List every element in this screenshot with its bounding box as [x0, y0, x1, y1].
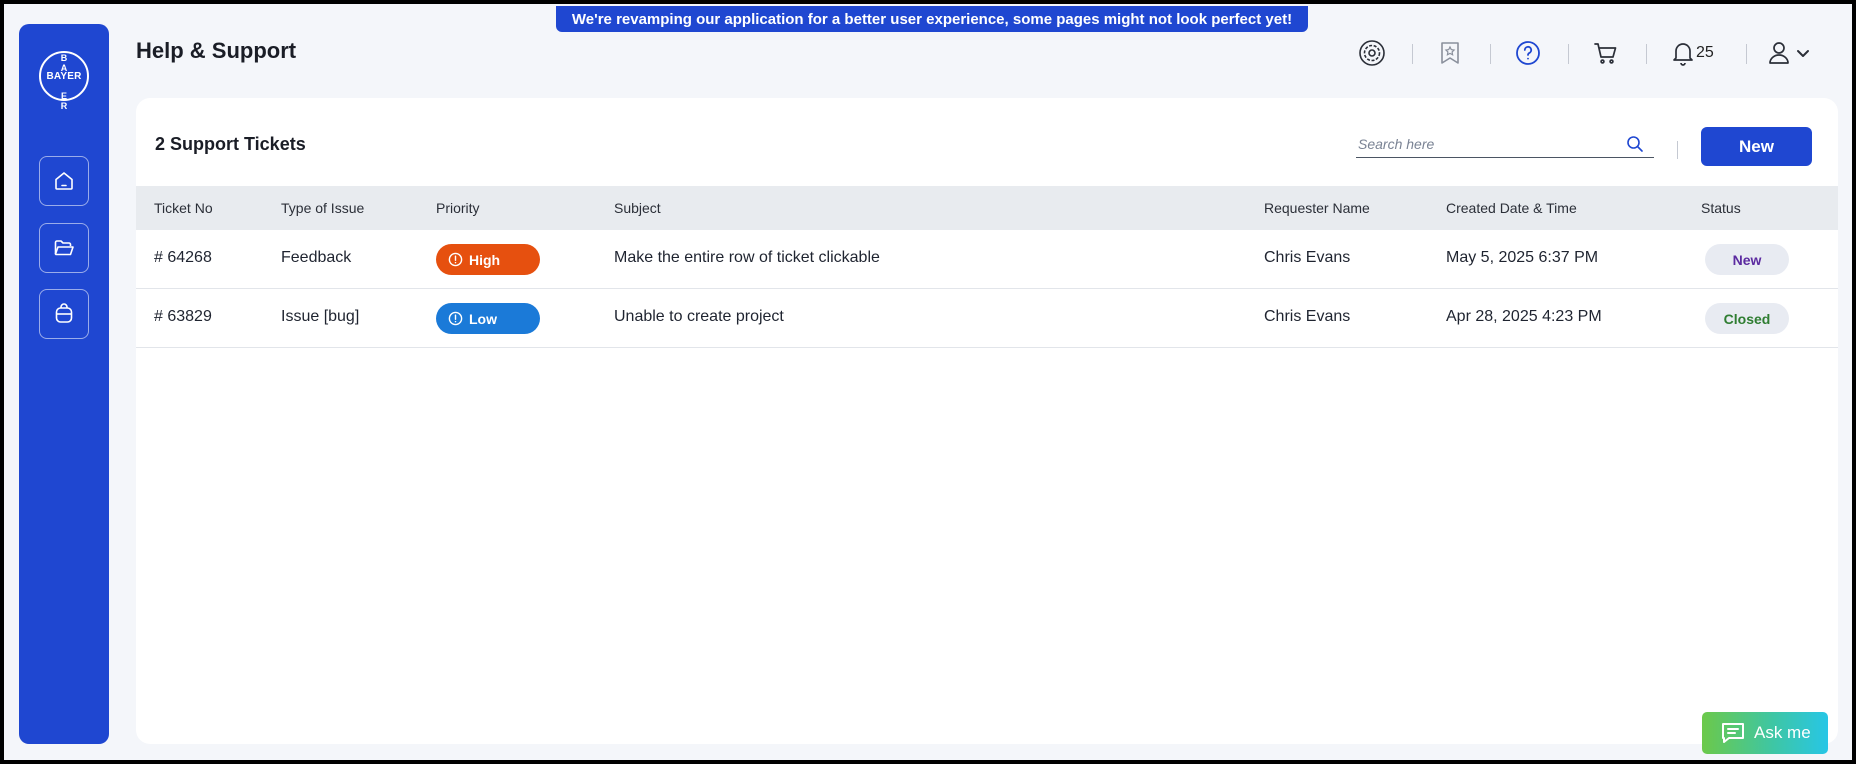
user-menu-button[interactable] [1767, 38, 1817, 68]
ask-me-label: Ask me [1754, 723, 1811, 742]
sidebar-item-bag[interactable] [39, 289, 89, 339]
issue-type: Feedback [281, 249, 352, 266]
revamp-banner: We're revamping our application for a be… [556, 6, 1308, 32]
toolbar-divider [1677, 141, 1678, 159]
header-divider [1412, 44, 1413, 64]
alert-circle-icon [448, 311, 463, 326]
requester-name: Chris Evans [1264, 308, 1351, 325]
priority-label: High [469, 251, 501, 268]
ticket-number: # 63829 [154, 308, 212, 325]
ticket-subject: Unable to create project [614, 308, 784, 325]
help-question-icon [1516, 41, 1540, 65]
issue-type: Issue [bug] [281, 308, 360, 325]
priority-label: Low [469, 310, 497, 327]
column-header-type[interactable]: Type of Issue [281, 200, 364, 216]
cart-icon [1594, 43, 1617, 64]
home-icon [55, 172, 73, 190]
bookmark-button[interactable] [1435, 38, 1465, 68]
sidebar: BAYER BAER [19, 24, 109, 744]
notification-count: 25 [1696, 44, 1714, 61]
requester-name: Chris Evans [1264, 249, 1351, 266]
page-title: Help & Support [136, 38, 297, 63]
settings-button[interactable] [1357, 38, 1387, 68]
column-header-ticket-no[interactable]: Ticket No [154, 200, 213, 216]
status-badge: New [1705, 244, 1789, 275]
bookmark-badge-icon [1441, 42, 1459, 64]
column-header-created[interactable]: Created Date & Time [1446, 200, 1577, 216]
sidebar-item-folder[interactable] [39, 223, 89, 273]
chevron-down-icon [1797, 50, 1809, 57]
priority-badge: High [436, 244, 540, 275]
created-datetime: Apr 28, 2025 4:23 PM [1446, 308, 1602, 325]
chat-bubble-icon [1722, 723, 1744, 743]
notifications-button[interactable] [1668, 38, 1698, 68]
settings-gear-icon [1359, 40, 1385, 66]
banner-text: We're revamping our application for a be… [571, 10, 1293, 28]
created-datetime: May 5, 2025 6:37 PM [1446, 249, 1599, 266]
ticket-number: # 64268 [154, 249, 212, 266]
column-header-subject[interactable]: Subject [614, 200, 661, 216]
tickets-card: 2 Support Tickets New Ticket No Type of … [136, 98, 1838, 744]
tickets-count-title: 2 Support Tickets [155, 134, 306, 154]
search-icon[interactable] [1626, 135, 1644, 153]
logo-text-vertical: BAER [60, 53, 68, 111]
new-ticket-button[interactable]: New [1701, 127, 1812, 166]
folder-icon [54, 240, 74, 256]
ticket-subject: Make the entire row of ticket clickable [614, 249, 880, 266]
ask-me-button[interactable]: Ask me [1702, 712, 1828, 754]
column-header-priority[interactable]: Priority [436, 200, 480, 216]
priority-badge: Low [436, 303, 540, 334]
table-row[interactable]: # 63829 Issue [bug] Low Unable to create… [136, 289, 1838, 348]
bag-icon [55, 303, 73, 323]
column-header-requester[interactable]: Requester Name [1264, 200, 1370, 216]
app-frame: We're revamping our application for a be… [4, 4, 1852, 760]
search-input[interactable] [1356, 132, 1616, 156]
header-divider [1646, 44, 1647, 64]
cart-button[interactable] [1591, 38, 1621, 68]
table-header: Ticket No Type of Issue Priority Subject… [136, 186, 1838, 230]
bell-icon [1673, 43, 1693, 66]
header-divider [1568, 44, 1569, 64]
help-button[interactable] [1513, 38, 1543, 68]
column-header-status[interactable]: Status [1701, 200, 1741, 216]
alert-circle-icon [448, 252, 463, 267]
header-divider [1746, 44, 1747, 64]
user-icon [1769, 42, 1789, 64]
header-divider [1490, 44, 1491, 64]
search-box[interactable] [1356, 132, 1654, 158]
bayer-logo[interactable]: BAYER BAER [39, 51, 89, 110]
sidebar-item-home[interactable] [39, 156, 89, 206]
table-row[interactable]: # 64268 Feedback High Make the entire ro… [136, 230, 1838, 289]
status-badge: Closed [1705, 303, 1789, 334]
